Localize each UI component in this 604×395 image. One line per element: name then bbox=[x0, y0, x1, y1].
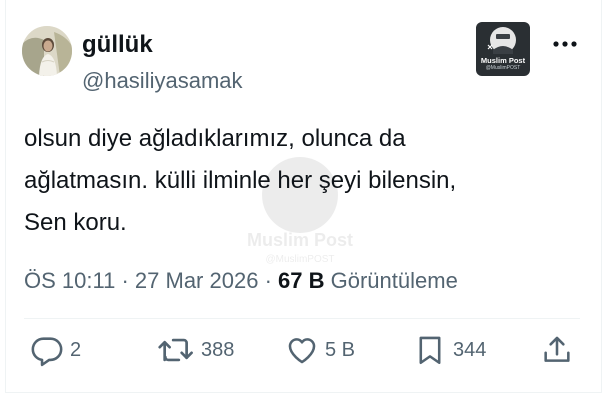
action-bar: 2 388 5 B 344 bbox=[0, 332, 604, 372]
tweet-metadata: ÖS 10:11 · 27 Mar 2026 · 67 B Görüntülem… bbox=[24, 268, 458, 294]
brand-logo-handle: @MuslimPOST bbox=[485, 65, 521, 71]
divider bbox=[24, 318, 580, 319]
brand-logo-name: Muslim Post bbox=[480, 56, 526, 65]
repost-arrows-icon bbox=[158, 338, 193, 362]
meta-separator: · bbox=[121, 268, 129, 293]
repost-count: 388 bbox=[201, 338, 235, 361]
author-handle[interactable]: @hasiliyasamak bbox=[82, 68, 243, 94]
more-horizontal-icon bbox=[553, 41, 577, 47]
heart-icon bbox=[288, 338, 316, 364]
reply-button[interactable]: 2 bbox=[30, 332, 81, 368]
reply-bubble-icon bbox=[31, 337, 63, 367]
reply-count: 2 bbox=[70, 338, 82, 361]
author-avatar[interactable] bbox=[22, 26, 72, 76]
watermark-handle: @MuslimPOST bbox=[265, 254, 334, 265]
tweet-date[interactable]: 27 Mar 2026 bbox=[135, 268, 259, 293]
bookmark-icon bbox=[419, 336, 441, 365]
repost-button[interactable]: 388 bbox=[157, 332, 234, 368]
bookmark-count: 344 bbox=[453, 338, 487, 361]
share-upload-icon bbox=[544, 336, 570, 362]
like-count: 5 B bbox=[325, 338, 356, 361]
like-button[interactable]: 5 B bbox=[285, 332, 355, 368]
avatar-image bbox=[22, 26, 72, 76]
meta-separator-2: · bbox=[264, 268, 272, 293]
more-options-button[interactable] bbox=[550, 34, 580, 54]
brand-logo[interactable]: Muslim Post @MuslimPOST bbox=[476, 22, 530, 76]
share-button[interactable] bbox=[540, 332, 574, 368]
views-count[interactable]: 67 B bbox=[278, 268, 324, 293]
tweet-time[interactable]: ÖS 10:11 bbox=[24, 268, 115, 293]
bookmark-button[interactable]: 344 bbox=[413, 332, 486, 368]
tweet-text: olsun diye ağladıklarımız, olunca da ağl… bbox=[24, 125, 457, 236]
views-label: Görüntüleme bbox=[330, 268, 458, 293]
author-display-name[interactable]: güllük bbox=[82, 31, 153, 59]
